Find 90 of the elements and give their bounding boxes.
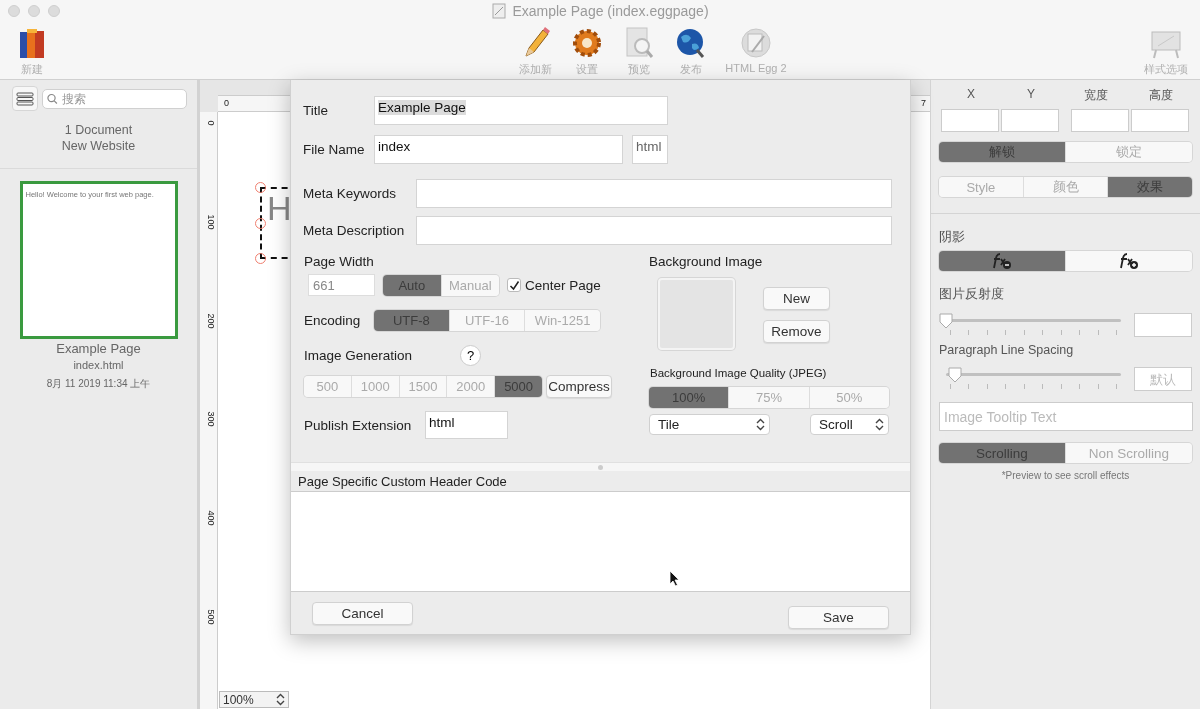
number-field[interactable]: [1071, 109, 1129, 132]
stepper-icon: [276, 693, 285, 706]
number-field[interactable]: [1001, 109, 1059, 132]
segment-button[interactable]: 锁定: [1066, 142, 1192, 162]
search-field[interactable]: 搜索: [42, 88, 187, 109]
cursor-icon: [669, 570, 681, 587]
attachment-select[interactable]: Scroll: [810, 414, 889, 435]
field-label: X: [966, 87, 976, 103]
stepper-icon: [875, 418, 884, 431]
compress-button[interactable]: Compress: [546, 375, 612, 398]
segment-button[interactable]: 500: [304, 376, 352, 397]
number-field[interactable]: [941, 109, 999, 132]
toolbar-button[interactable]: 新建: [10, 26, 54, 77]
slider-thumb[interactable]: [947, 367, 962, 383]
zoom-select[interactable]: 100%: [219, 691, 289, 708]
toolbar-button[interactable]: 设置: [565, 26, 610, 77]
segment-button[interactable]: Non Scrolling: [1066, 443, 1192, 463]
field-label: Image Generation: [304, 348, 414, 363]
tooltip-text-field[interactable]: Image Tooltip Text: [939, 402, 1193, 431]
section-label: Paragraph Line Spacing: [939, 343, 1075, 357]
field-label: Encoding: [304, 313, 362, 328]
split-handle[interactable]: [291, 462, 910, 471]
image-button[interactable]: Remove: [763, 320, 830, 343]
field-label: Background Image Quality (JPEG): [650, 367, 828, 379]
vertical-ruler: 0 100 200 300 400 500: [200, 112, 218, 709]
help-button[interactable]: ?: [460, 345, 481, 366]
close-button[interactable]: [8, 5, 20, 17]
segment-button[interactable]: Manual: [441, 274, 499, 296]
page-file-name: index.html: [73, 359, 124, 371]
segment-button[interactable]: UTF-16: [449, 310, 526, 331]
value-field[interactable]: [1134, 313, 1192, 337]
field-label: 宽度: [1083, 87, 1109, 104]
section-label: 阴影: [939, 229, 966, 246]
summary-text: New Website: [61, 138, 136, 154]
section-label: 图片反射度: [939, 286, 1005, 303]
search-field[interactable]: 搜索: [59, 90, 182, 107]
summary-text: 1 Document: [63, 122, 134, 138]
list-view-button[interactable]: [12, 86, 38, 111]
toolbar-button[interactable]: 样式选项: [1140, 26, 1192, 77]
field-label: 高度: [1148, 87, 1174, 104]
shadow-option-button[interactable]: [1066, 251, 1192, 271]
stepper-icon: [756, 418, 765, 431]
tab[interactable]: 颜色: [1023, 177, 1109, 197]
checkbox-label: Center Page: [525, 277, 601, 293]
minimize-button[interactable]: [28, 5, 40, 17]
field-label: Page Specific Custom Header Code: [291, 471, 910, 491]
checkbox[interactable]: [507, 278, 521, 292]
field-label: Meta Keywords: [303, 186, 398, 201]
text-field[interactable]: [416, 179, 892, 208]
image-button[interactable]: New: [763, 287, 830, 310]
segment-button[interactable]: Win-1251: [525, 310, 600, 331]
image-well[interactable]: [658, 278, 735, 350]
number-field[interactable]: [1131, 109, 1189, 132]
field-label: Publish Extension: [304, 417, 413, 433]
value-field[interactable]: 默认: [1134, 367, 1192, 391]
search-icon: [47, 92, 58, 105]
egg-document-icon: [738, 26, 774, 60]
zoom-button[interactable]: [48, 5, 60, 17]
page-date: 8月 11 2019 11:34 上午: [46, 377, 151, 391]
segment-button[interactable]: 50%: [809, 387, 889, 408]
segment-button[interactable]: 75%: [729, 387, 810, 408]
toolbar-button[interactable]: 添加新: [513, 26, 558, 77]
segment-button[interactable]: 1500: [399, 376, 448, 397]
extension-field: html: [632, 135, 668, 164]
document-icon: [491, 3, 508, 19]
hint-text: *Preview to see scroll effects: [1000, 470, 1131, 481]
repeat-select[interactable]: Tile: [649, 414, 770, 435]
slider-thumb[interactable]: [939, 313, 953, 329]
toolbar-button[interactable]: 预览: [617, 26, 662, 77]
title-field[interactable]: Example Page: [374, 96, 668, 125]
toolbar-button[interactable]: 发布: [669, 26, 714, 77]
toolbar-button[interactable]: HTML Egg 2: [721, 26, 791, 77]
header-code-field[interactable]: [291, 491, 910, 592]
extension-field[interactable]: html: [425, 411, 508, 439]
field-label: Background Image: [649, 254, 764, 269]
file-name-field[interactable]: index: [374, 135, 623, 164]
save-button[interactable]: Save: [788, 605, 889, 629]
fx-plus-icon: [1118, 252, 1140, 270]
fx-minus-icon: [991, 252, 1013, 270]
segment-button[interactable]: 1000: [351, 376, 400, 397]
field-label: Meta Description: [303, 223, 406, 238]
field-label: Y: [1026, 87, 1036, 103]
tab[interactable]: Style: [939, 177, 1024, 197]
field-label: File Name: [303, 142, 366, 157]
text-field[interactable]: [416, 216, 892, 245]
page-title: Example Page: [56, 341, 141, 356]
cancel-button[interactable]: Cancel: [312, 601, 413, 625]
window-title: Example Page (index.eggpage): [512, 3, 709, 19]
field-label: Page Width: [304, 254, 375, 269]
segment-button[interactable]: 2000: [447, 376, 496, 397]
